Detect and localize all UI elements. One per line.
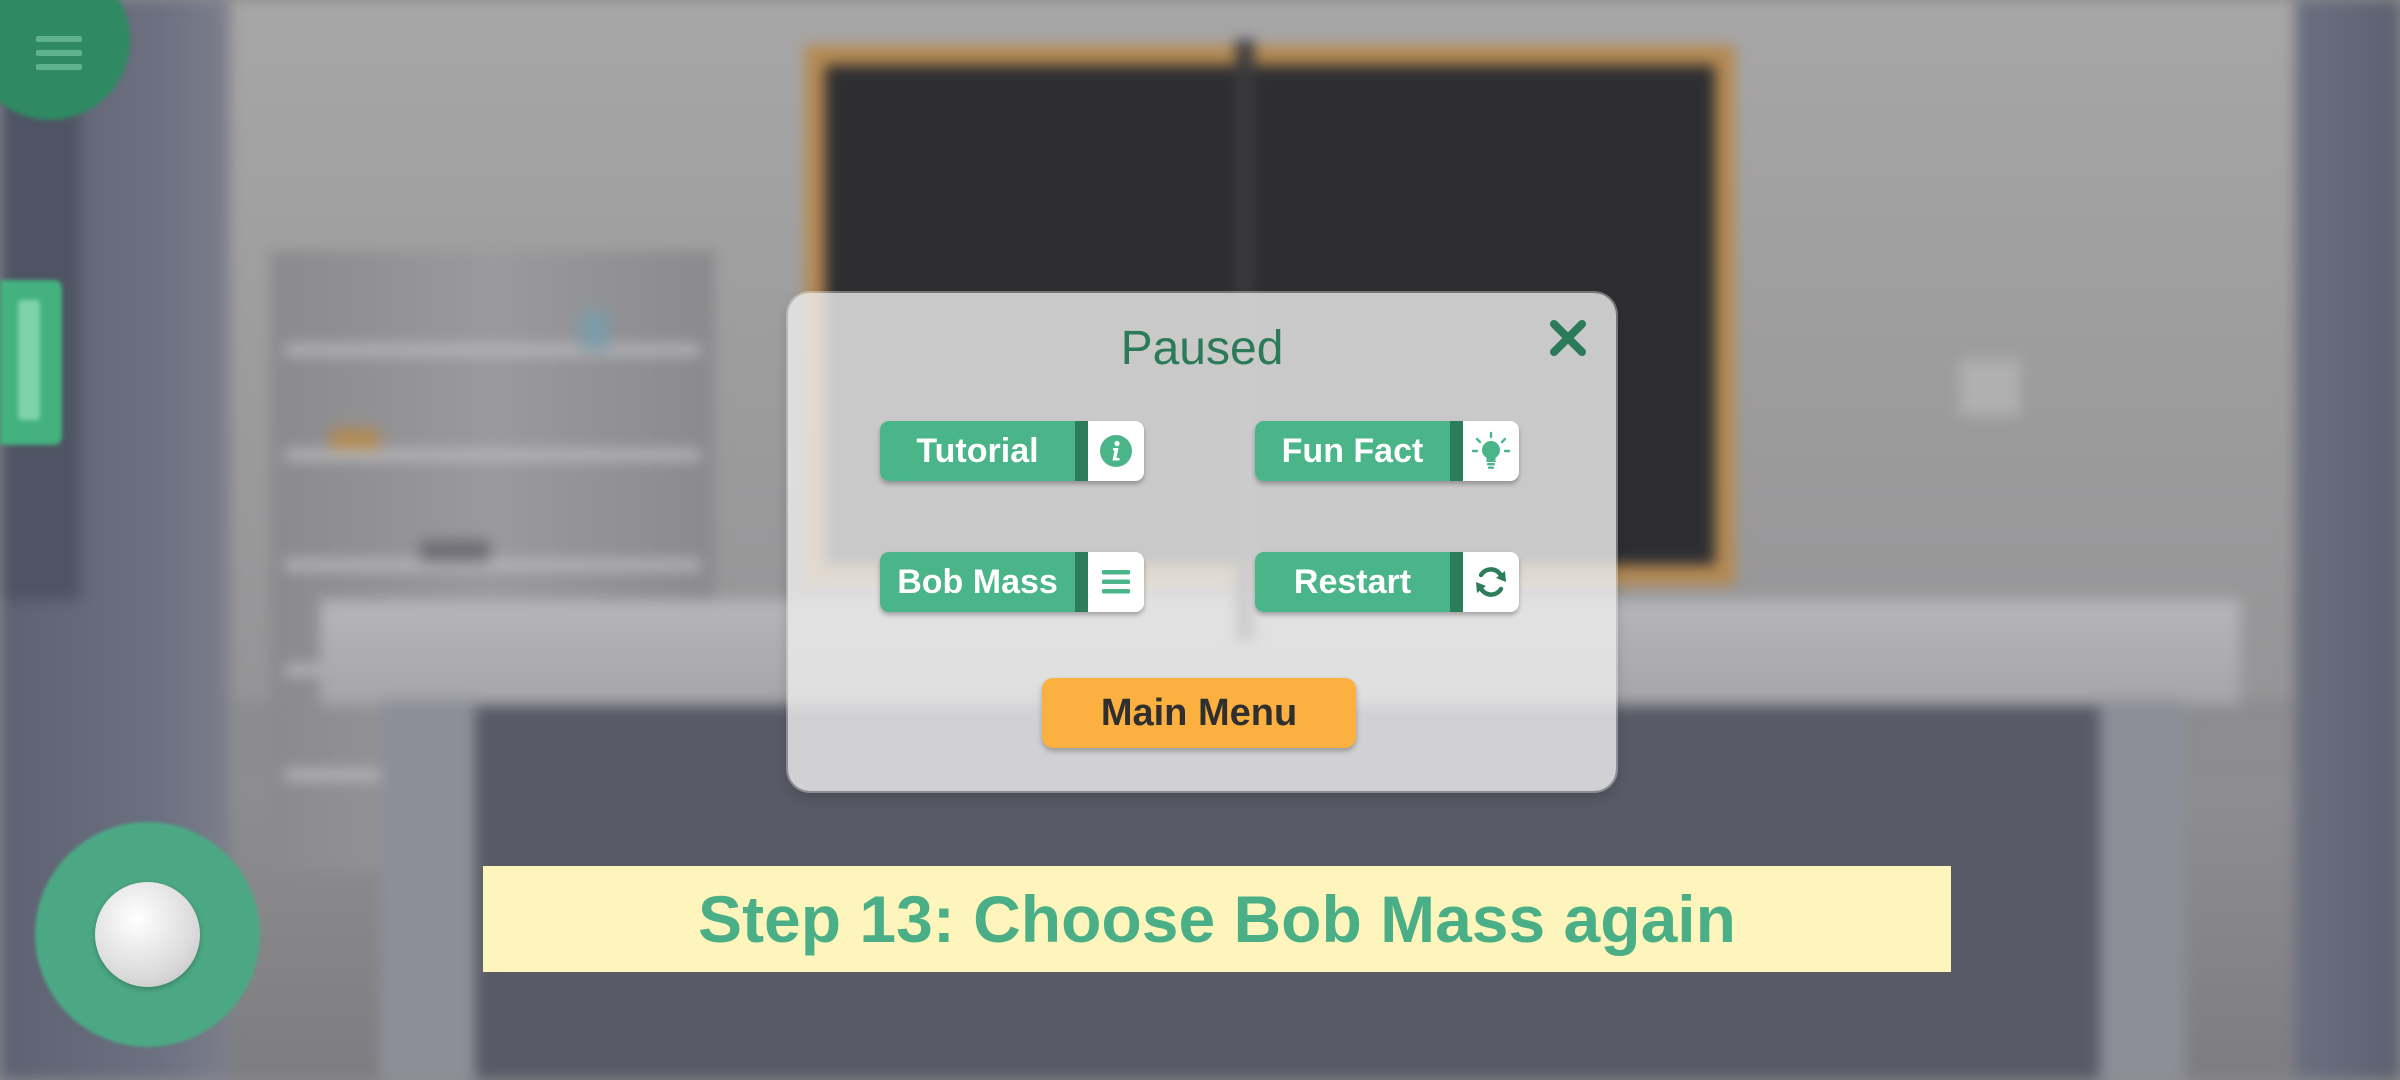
bob-mass-icon-box — [1088, 552, 1144, 612]
fun-fact-button[interactable]: Fun Fact — [1255, 421, 1519, 481]
button-separator — [1075, 552, 1088, 612]
step-instruction-banner: Step 13: Choose Bob Mass again — [483, 866, 1951, 972]
button-separator — [1450, 552, 1463, 612]
hamburger-menu-icon[interactable] — [36, 36, 82, 70]
tutorial-label: Tutorial — [880, 421, 1075, 481]
close-icon — [1550, 320, 1586, 356]
refresh-icon — [1476, 567, 1506, 597]
shelf-item — [580, 310, 610, 350]
side-tab-glyph — [18, 300, 40, 420]
lightbulb-icon — [1471, 431, 1511, 469]
fun-fact-label: Fun Fact — [1255, 421, 1450, 481]
restart-label: Restart — [1255, 552, 1450, 612]
bob-mass-button[interactable]: Bob Mass — [880, 552, 1144, 612]
restart-button[interactable]: Restart — [1255, 552, 1519, 612]
table-leg — [380, 700, 475, 1080]
pause-dialog: Paused Tutorial Fun Fact Bob Mass Restar… — [788, 293, 1616, 791]
side-panel-tab[interactable] — [0, 280, 62, 445]
list-icon — [1102, 570, 1130, 594]
shelf-board — [285, 560, 700, 570]
right-wall — [2295, 0, 2400, 1080]
main-menu-button[interactable]: Main Menu — [1042, 678, 1356, 748]
shelf-item — [420, 540, 490, 562]
table-leg — [2100, 700, 2185, 1080]
tutorial-button[interactable]: Tutorial — [880, 421, 1144, 481]
shelf-board — [285, 345, 700, 355]
shelf-item — [330, 428, 380, 450]
shelf-board — [285, 450, 700, 460]
dialog-title: Paused — [1120, 322, 1284, 375]
restart-icon-box — [1463, 552, 1519, 612]
wall-switch — [1960, 360, 2020, 415]
close-button[interactable] — [1543, 313, 1593, 363]
button-separator — [1075, 421, 1088, 481]
joystick-knob[interactable] — [95, 882, 200, 987]
button-separator — [1450, 421, 1463, 481]
info-icon — [1100, 435, 1132, 467]
fun-fact-icon-box — [1463, 421, 1519, 481]
step-instruction-text: Step 13: Choose Bob Mass again — [698, 882, 1736, 956]
tutorial-icon-box — [1088, 421, 1144, 481]
bob-mass-label: Bob Mass — [880, 552, 1075, 612]
